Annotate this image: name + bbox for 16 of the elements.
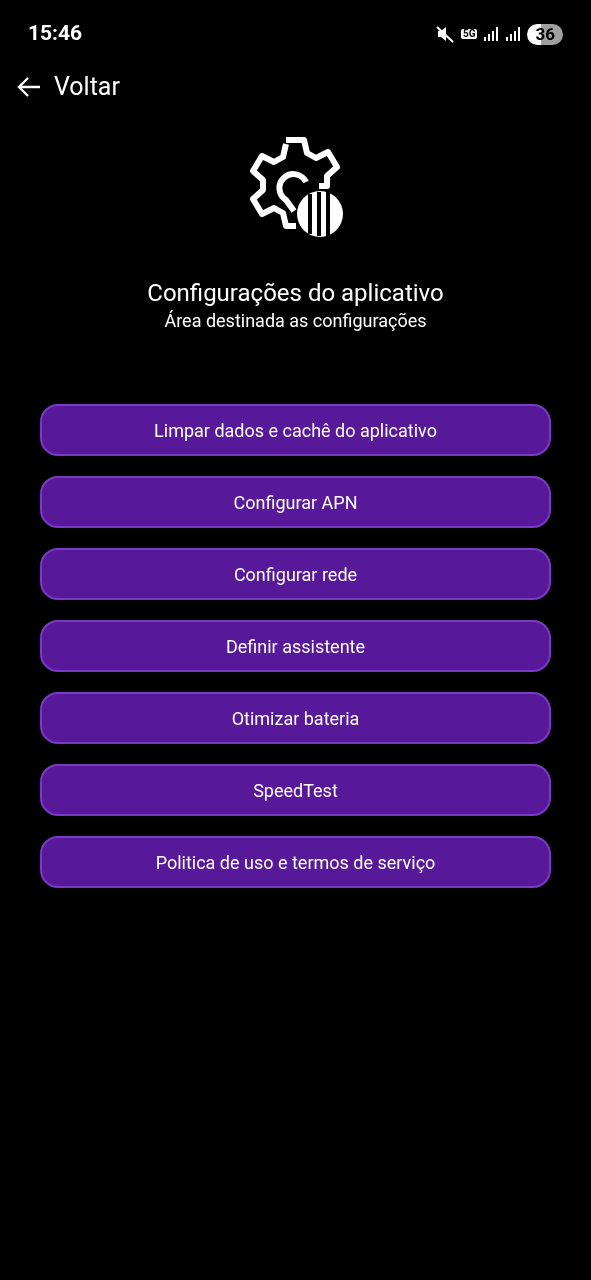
page-subtitle: Área destinada as configurações bbox=[164, 309, 427, 332]
signal-icon bbox=[505, 26, 522, 42]
back-button[interactable]: Voltar bbox=[16, 68, 120, 106]
network-badge: 5G bbox=[460, 29, 478, 39]
menu-button[interactable]: Limpar dados e cachê do aplicativo bbox=[40, 404, 551, 456]
menu-button[interactable]: Definir assistente bbox=[40, 620, 551, 672]
menu-button[interactable]: Otimizar bateria bbox=[40, 692, 551, 744]
signal-icon bbox=[483, 26, 500, 42]
menu-button[interactable]: SpeedTest bbox=[40, 764, 551, 816]
status-time: 15:46 bbox=[28, 20, 83, 48]
back-arrow-icon bbox=[16, 75, 42, 98]
menu-button[interactable]: Configurar rede bbox=[40, 548, 551, 600]
mute-icon bbox=[434, 24, 455, 44]
page-title: Configurações do aplicativo bbox=[147, 277, 444, 308]
menu-button[interactable]: Configurar APN bbox=[40, 476, 551, 528]
menu-button[interactable]: Politica de uso e termos de serviço bbox=[40, 836, 551, 888]
